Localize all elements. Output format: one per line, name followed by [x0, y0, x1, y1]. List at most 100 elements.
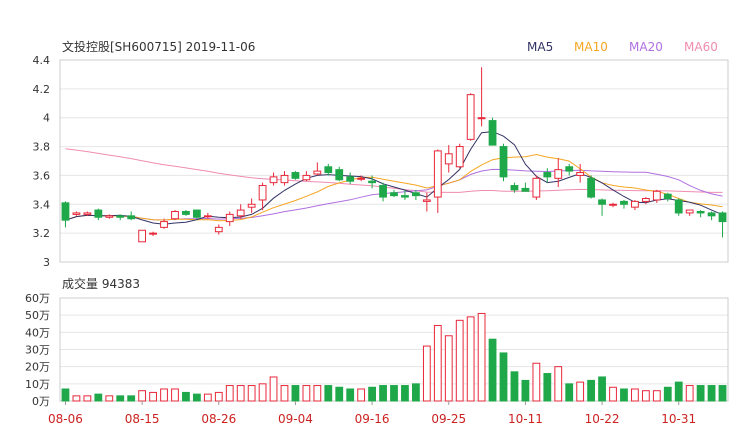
candle-body — [171, 211, 179, 220]
candle-body — [269, 176, 278, 184]
volume-bar — [631, 388, 639, 402]
price-panel: 4.4 4.2 4 3.8 3.6 3.4 3.2 3 — [33, 54, 729, 269]
price-tick-label: 4.4 — [33, 54, 51, 67]
volume-tick-label: 40万 — [25, 326, 50, 339]
volume-bar — [641, 390, 650, 402]
volume-title: 成交量 94383 — [62, 276, 140, 291]
volume-bar — [477, 312, 486, 402]
volume-bar — [652, 390, 661, 402]
candle-body — [718, 212, 727, 223]
candle — [335, 166, 344, 182]
candle-body — [72, 212, 81, 215]
candle — [302, 171, 311, 182]
volume-bar — [291, 385, 300, 402]
price-tick-label: 3 — [43, 256, 50, 269]
candle — [192, 209, 201, 219]
candle — [127, 211, 136, 221]
candle-body — [368, 180, 376, 184]
volume-tick-label: 60万 — [25, 292, 50, 305]
volume-bar — [94, 393, 103, 402]
candle-body — [390, 192, 398, 197]
candle — [587, 175, 596, 199]
candle-body — [532, 177, 541, 198]
candle-body — [302, 174, 311, 181]
volume-bar — [620, 388, 628, 402]
volume-bar — [707, 385, 716, 402]
candle — [225, 211, 234, 226]
candle — [390, 189, 398, 198]
candle-body — [182, 211, 190, 215]
candle-body — [620, 200, 628, 205]
candle — [105, 214, 114, 219]
volume-tick-label: 20万 — [25, 361, 50, 374]
volume-bar — [609, 386, 617, 402]
candle — [313, 162, 322, 176]
date-tick-label: 08-26 — [201, 412, 236, 426]
volume-bar — [488, 338, 497, 402]
candle-body — [576, 172, 585, 176]
volume-bar — [543, 373, 552, 402]
legend-ma10: MA10 — [574, 40, 608, 54]
volume-tick-label: 30万 — [25, 344, 50, 357]
legend-ma60: MA60 — [684, 40, 718, 54]
candle — [247, 198, 256, 213]
candle-body — [499, 146, 508, 178]
candle-body — [379, 185, 387, 198]
volume-bar — [335, 386, 344, 402]
candle-body — [149, 232, 157, 235]
candle — [466, 93, 475, 141]
candle-body — [313, 170, 322, 175]
volume-bar — [302, 385, 311, 402]
volume-bar — [554, 366, 563, 402]
candle-body — [401, 195, 409, 198]
candle — [433, 149, 442, 213]
candle-body — [236, 209, 245, 217]
volume-bar — [521, 379, 530, 402]
volume-bar — [598, 376, 606, 402]
date-tick-label: 08-06 — [48, 412, 83, 426]
candle — [674, 198, 683, 216]
price-tick-label: 3.6 — [33, 169, 51, 182]
volume-bar — [466, 316, 475, 402]
candle-body — [422, 199, 431, 202]
volume-panel: 60万 50万 40万 30万 20万 10万 0万 — [25, 292, 729, 408]
candle-body — [652, 190, 661, 201]
candle — [182, 210, 190, 216]
legend-ma5: MA5 — [527, 40, 553, 54]
candle-body — [138, 229, 147, 243]
volume-bar — [269, 376, 278, 402]
candle-body — [412, 192, 420, 197]
volume-bar — [247, 385, 256, 402]
date-tick-label: 09-25 — [431, 412, 466, 426]
candle — [379, 182, 387, 202]
volume-bar — [72, 395, 81, 402]
ma60-line — [65, 148, 723, 193]
candle — [554, 158, 563, 187]
candle-body — [105, 215, 114, 218]
candle — [61, 201, 70, 228]
candle-body — [94, 209, 103, 218]
candle-body — [247, 203, 256, 208]
volume-bar — [368, 386, 376, 402]
candle — [565, 163, 574, 176]
candle — [707, 211, 716, 221]
stock-chart: 文投控股[SH600715] 2019-11-06 MA5 MA10 MA20 MA6… — [25, 39, 729, 426]
volume-bar — [324, 385, 333, 402]
candle-body — [346, 176, 355, 182]
candle-body — [521, 187, 530, 192]
volume-bar — [192, 393, 201, 402]
volume-bar — [160, 388, 168, 402]
volume-bar — [258, 383, 267, 402]
candle-body — [258, 185, 267, 201]
volume-bar — [116, 395, 125, 402]
candle-body — [280, 174, 289, 184]
volume-bar — [280, 385, 289, 402]
candle-body — [225, 213, 234, 223]
candle-body — [83, 212, 92, 215]
candle-body — [335, 169, 344, 181]
candle — [346, 172, 355, 185]
candle — [280, 171, 289, 186]
candle-body — [707, 212, 716, 217]
candle — [171, 210, 179, 221]
candle-body — [203, 215, 212, 218]
